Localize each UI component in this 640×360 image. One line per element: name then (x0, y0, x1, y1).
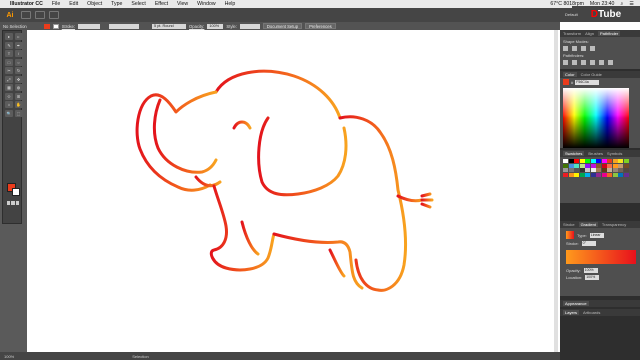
color-tabs: Color Color Guide (560, 71, 640, 78)
layers-tab-row: Layers Artboards (560, 309, 640, 316)
rectangle-tool-icon[interactable]: □ (5, 58, 13, 66)
eyedropper-tool-icon[interactable]: ⟐ (5, 92, 13, 100)
appearance-tab-row: Appearance (560, 300, 640, 307)
rotate-tool-icon[interactable]: ↻ (14, 67, 23, 74)
swatches-tabs: Swatches Brushes Symbols (560, 150, 640, 157)
gradient-preview[interactable] (566, 231, 574, 239)
tab-transparency[interactable]: Transparency (602, 222, 626, 227)
gradient-opacity-label: Opacity: (566, 268, 581, 273)
gradient-type-select[interactable]: Linear (589, 232, 604, 238)
free-transform-tool-icon[interactable]: ✥ (14, 75, 23, 83)
swatch-grid[interactable] (560, 157, 640, 179)
pencil-tool-icon[interactable]: ✎ (5, 41, 13, 49)
gradient-panel: Type: Linear Stroke: 0° Opacity: 100% Lo… (560, 228, 640, 296)
status-bar: 100% Selection (0, 352, 560, 360)
gradient-opacity-field[interactable]: 100% (583, 268, 598, 273)
scale-tool-icon[interactable]: ⤢ (5, 75, 13, 83)
gradient-tool-icon[interactable]: ◍ (14, 84, 23, 91)
gradient-stroke-label: Stroke: (566, 241, 579, 246)
gradient-slider[interactable] (566, 250, 636, 264)
tab-layers[interactable]: Layers (563, 310, 580, 315)
gradient-type-label: Type: (577, 232, 587, 238)
scissors-tool-icon[interactable]: ✂ (5, 67, 13, 74)
slice-tool-icon[interactable]: ⌂ (5, 101, 13, 108)
gradient-location-label: Location: (566, 275, 583, 280)
tab-swatches[interactable]: Swatches (563, 151, 585, 156)
gradient-angle-field[interactable]: 0° (581, 241, 596, 246)
elephant-head-outline (214, 69, 342, 120)
tools-panel: ▸ ▹ ✎ ✒ T / □ ○ ✂ ↻ ⤢ ✥ ▦ ◍ ⟐ ⊞ ⌂ ✋ 🔍 ⬚ (2, 30, 23, 224)
artboard-tool-icon[interactable]: ⊞ (14, 92, 23, 100)
tab-symbols[interactable]: Symbols (607, 151, 622, 156)
elephant-hind-leg (328, 248, 346, 278)
tab-appearance[interactable]: Appearance (563, 301, 589, 306)
screen-mode-icon[interactable]: ⬚ (14, 109, 23, 117)
current-tool-status[interactable]: Selection (132, 354, 148, 359)
elephant-artwork[interactable] (0, 0, 640, 360)
color-fill-preview[interactable] (563, 79, 569, 85)
tab-gradient[interactable]: Gradient (578, 222, 598, 227)
mesh-tool-icon[interactable]: ▦ (5, 84, 13, 91)
zoom-tool-icon[interactable]: 🔍 (5, 109, 13, 117)
tab-brushes[interactable]: Brushes (588, 151, 603, 156)
selection-tool-icon[interactable]: ▸ (5, 33, 13, 40)
pathfinder-tabs: Transform Align Pathfinder (560, 30, 640, 37)
tab-transform[interactable]: Transform (563, 31, 581, 36)
ellipse-tool-icon[interactable]: ○ (14, 58, 23, 66)
elephant-inner-leg (240, 220, 260, 256)
elephant-tail-tuft (420, 192, 434, 209)
hex-color-field[interactable]: F56C4a (575, 79, 600, 85)
tab-color[interactable]: Color (563, 72, 577, 77)
tab-artboards[interactable]: Artboards (583, 310, 600, 315)
tab-align[interactable]: Align (585, 31, 594, 36)
line-tool-icon[interactable]: / (14, 50, 23, 57)
hash-label: # (571, 79, 574, 85)
elephant-trunk-inner (152, 98, 218, 174)
hand-tool-icon[interactable]: ✋ (14, 101, 23, 108)
zoom-level[interactable]: 100% (4, 354, 14, 359)
pen-tool-icon[interactable]: ✒ (14, 41, 23, 49)
color-mode-buttons[interactable] (7, 201, 19, 205)
gradient-location-field[interactable]: 100% (585, 275, 600, 280)
direct-selection-tool-icon[interactable]: ▹ (14, 33, 23, 40)
elephant-mouth (194, 175, 222, 188)
color-panel: # F56C4a (560, 78, 640, 148)
pathfinder-buttons[interactable] (563, 58, 637, 67)
shape-mode-buttons[interactable] (563, 44, 637, 53)
swatches-panel (560, 157, 640, 203)
pathfinder-panel: Shape Modes: Pathfinders: (560, 37, 640, 69)
right-panel-dock: Transform Align Pathfinder Shape Modes: … (560, 30, 640, 360)
stroke-color-swatch[interactable] (12, 188, 20, 196)
tab-color-guide[interactable]: Color Guide (581, 72, 602, 77)
elephant-trunk-outline (135, 90, 218, 192)
color-spectrum-picker[interactable] (563, 88, 629, 148)
gradient-tabs: Stroke Gradient Transparency (560, 221, 640, 228)
type-tool-icon[interactable]: T (5, 50, 13, 57)
tab-stroke[interactable]: Stroke (563, 222, 575, 227)
elephant-ear-outline (257, 116, 348, 197)
elephant-underside (272, 232, 364, 290)
tab-pathfinder[interactable]: Pathfinder (597, 31, 621, 36)
elephant-eye (232, 120, 252, 130)
